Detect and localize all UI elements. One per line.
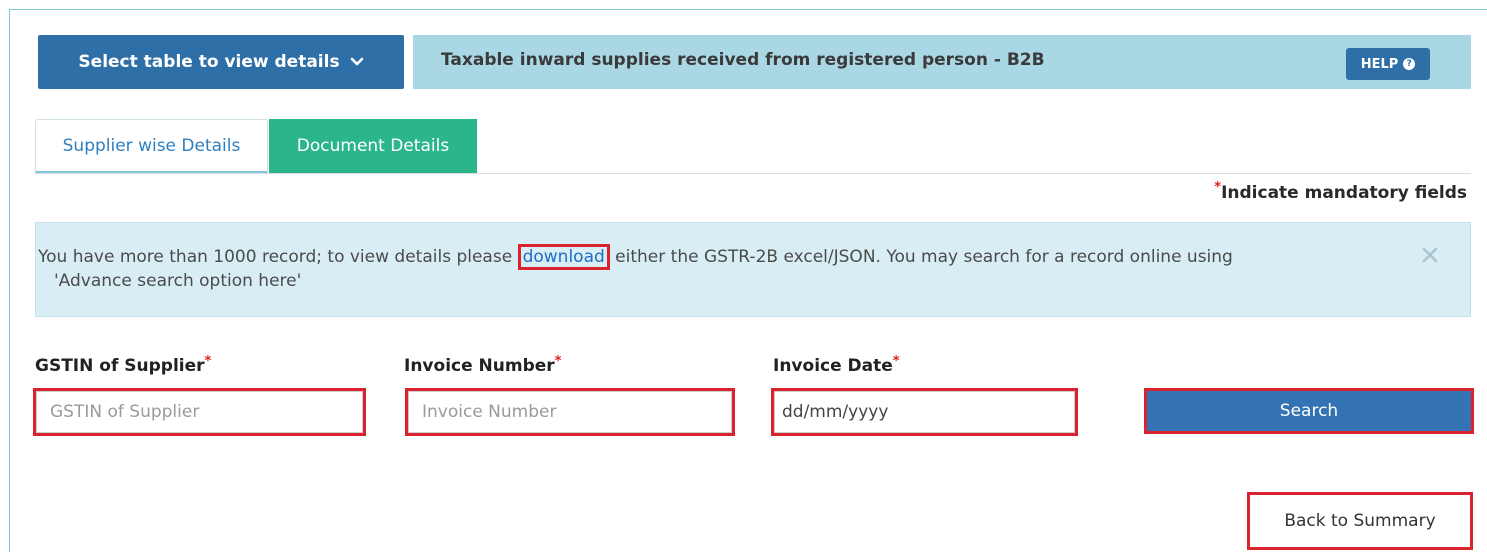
invoice-number-input[interactable] [408,391,732,433]
page-title: Taxable inward supplies received from re… [441,50,1045,70]
invoice-number-label: Invoice Number* [404,354,562,376]
info-message: You have more than 1000 record; to view … [38,244,1368,293]
help-button[interactable]: HELP ? [1346,48,1430,80]
info-text-line2: 'Advance search option here' [54,271,302,291]
invoice-date-label: Invoice Date* [773,354,900,376]
tab-label: Document Details [296,136,450,156]
select-table-button[interactable]: Select table to view details [38,35,404,89]
search-label: Search [1279,401,1339,421]
invoice-number-input-wrapper [405,388,735,436]
required-star: * [204,354,212,369]
info-text-before: You have more than 1000 record; to view … [38,247,518,267]
download-link[interactable]: download [517,244,610,270]
info-text-after: either the GSTR-2B excel/JSON. You may s… [609,247,1233,267]
back-to-summary-button[interactable]: Back to Summary [1250,495,1470,547]
gstin-label-text: GSTIN of Supplier [35,356,205,376]
required-star: * [554,354,562,369]
gstin-input-wrapper [33,388,366,436]
search-button[interactable]: Search [1147,391,1471,431]
required-star: * [892,354,900,369]
tab-label: Supplier wise Details [62,135,241,156]
back-button-wrapper: Back to Summary [1247,492,1473,550]
mandatory-fields-note: *Indicate mandatory fields [1214,180,1467,203]
gstin-label: GSTIN of Supplier* [35,354,212,376]
chevron-down-icon [350,57,363,66]
tab-document-details[interactable]: Document Details [269,119,477,173]
tab-bar: Supplier wise Details Document Details [35,119,1471,174]
invoice-number-label-text: Invoice Number [404,356,555,376]
gstin-input[interactable] [36,391,363,433]
header-bar: Taxable inward supplies received from re… [413,35,1471,89]
info-alert: You have more than 1000 record; to view … [35,222,1471,317]
back-label: Back to Summary [1284,511,1436,531]
required-star: * [1214,180,1222,195]
tab-supplier-wise-details[interactable]: Supplier wise Details [35,119,268,173]
invoice-date-input-wrapper [771,388,1078,436]
select-table-label: Select table to view details [78,52,340,72]
help-label: HELP [1360,56,1399,72]
invoice-date-input[interactable] [774,391,1075,433]
mandatory-note-text: Indicate mandatory fields [1221,183,1467,203]
close-icon[interactable] [1419,244,1441,266]
invoice-date-label-text: Invoice Date [773,356,893,376]
search-button-wrapper: Search [1144,388,1474,434]
question-circle-icon: ? [1403,58,1416,70]
